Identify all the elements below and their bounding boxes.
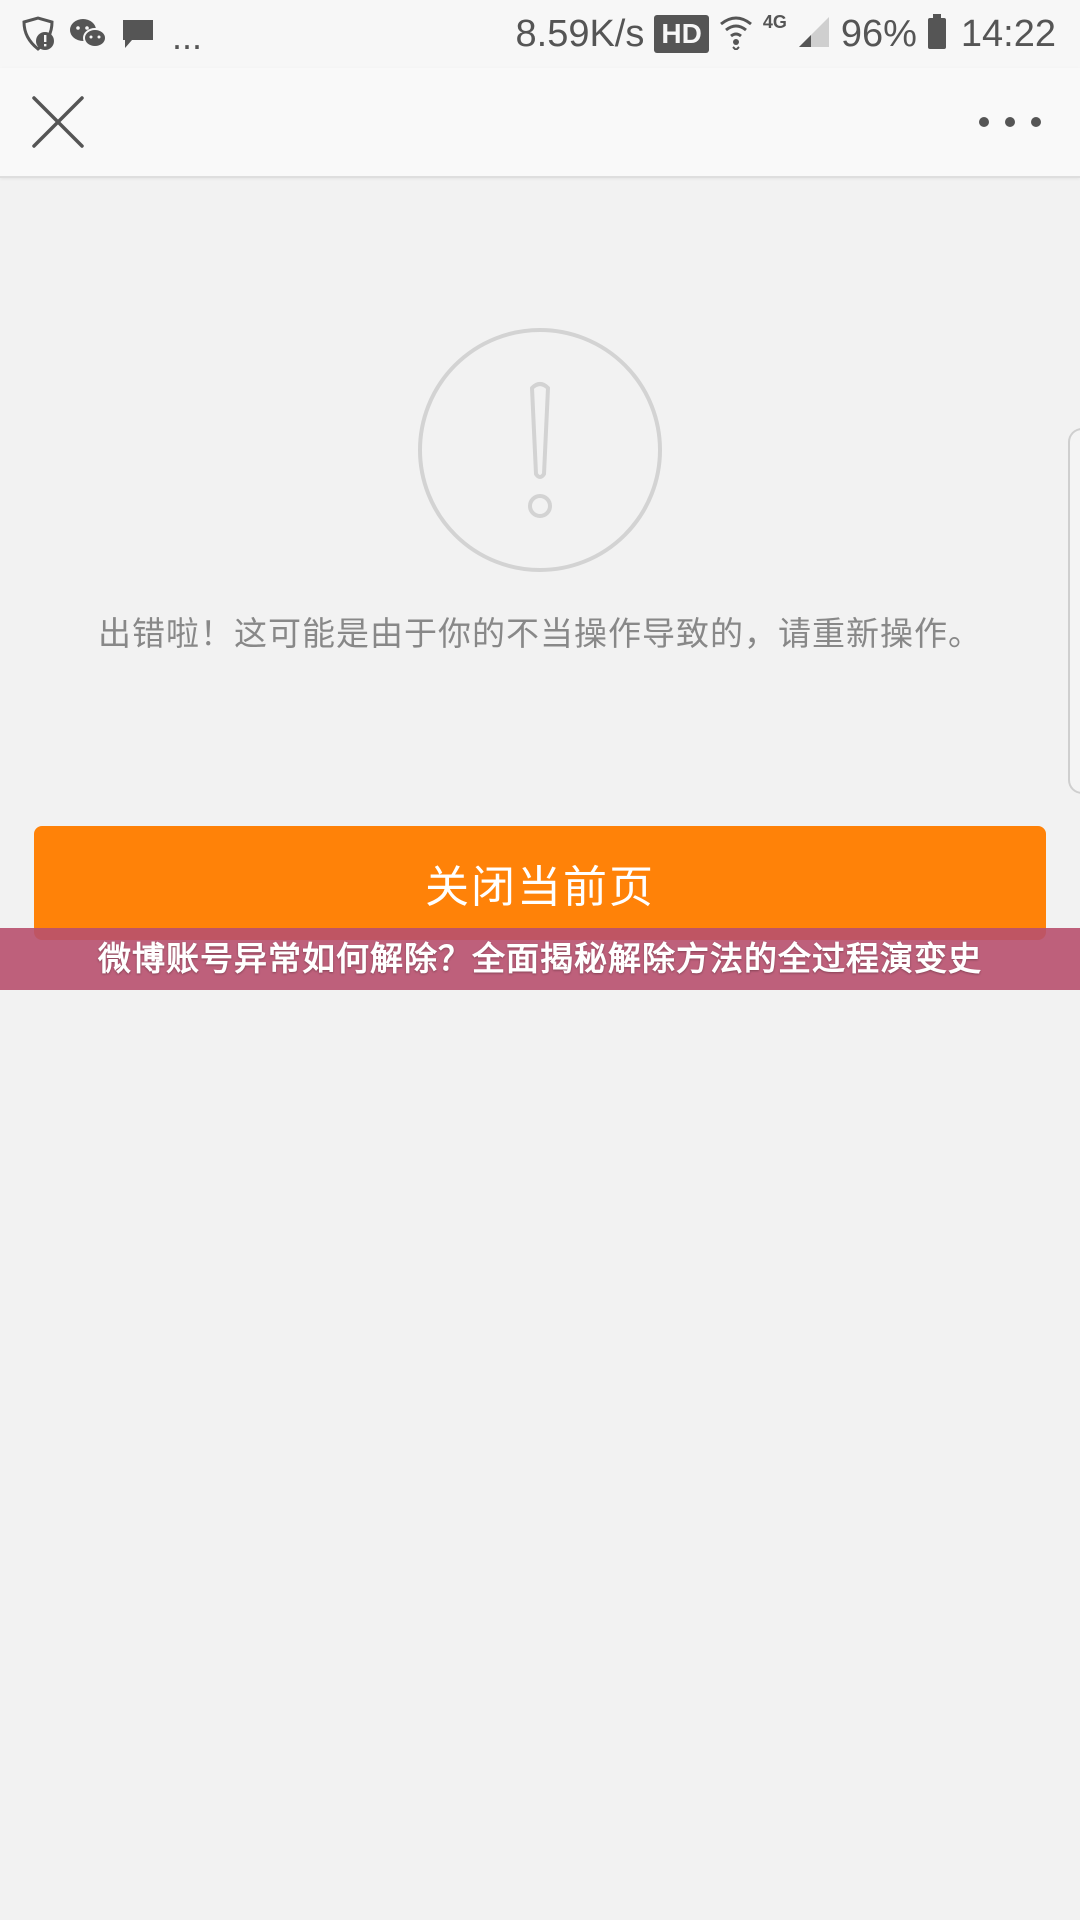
error-message: 出错啦！这可能是由于你的不当操作导致的，请重新操作。 (98, 614, 982, 653)
clock: 14:22 (960, 12, 1056, 55)
network-speed: 8.59K/s (515, 12, 645, 55)
status-bar: ... 8.59K/s HD 4G 96% 14:22 (0, 0, 1080, 68)
more-notifications-indicator: ... (172, 16, 203, 57)
chat-bubble-icon (120, 17, 156, 51)
close-current-page-button[interactable]: 关闭当前页 (34, 826, 1046, 940)
cellular-signal-icon (797, 15, 831, 54)
close-icon (32, 96, 84, 148)
exclamation-circle-icon (418, 328, 662, 572)
network-type: 4G (762, 12, 787, 32)
status-indicators: 8.59K/s HD 4G 96% 14:22 (516, 8, 1057, 60)
close-button[interactable] (26, 90, 90, 154)
hd-badge: HD (654, 15, 709, 53)
wifi-icon (719, 14, 753, 55)
nav-bar (0, 68, 1080, 178)
shield-alert-icon (20, 16, 56, 52)
more-options-button[interactable] (970, 98, 1050, 146)
battery-percentage: 96% (840, 12, 917, 55)
edge-panel-handle[interactable] (1068, 428, 1080, 794)
headline-banner: 微博账号异常如何解除？全面揭秘解除方法的全过程演变史 (0, 928, 1080, 990)
more-horizontal-icon (979, 117, 1041, 127)
battery-icon (927, 13, 947, 55)
wechat-icon (68, 17, 108, 51)
notification-area: ... (20, 10, 202, 58)
